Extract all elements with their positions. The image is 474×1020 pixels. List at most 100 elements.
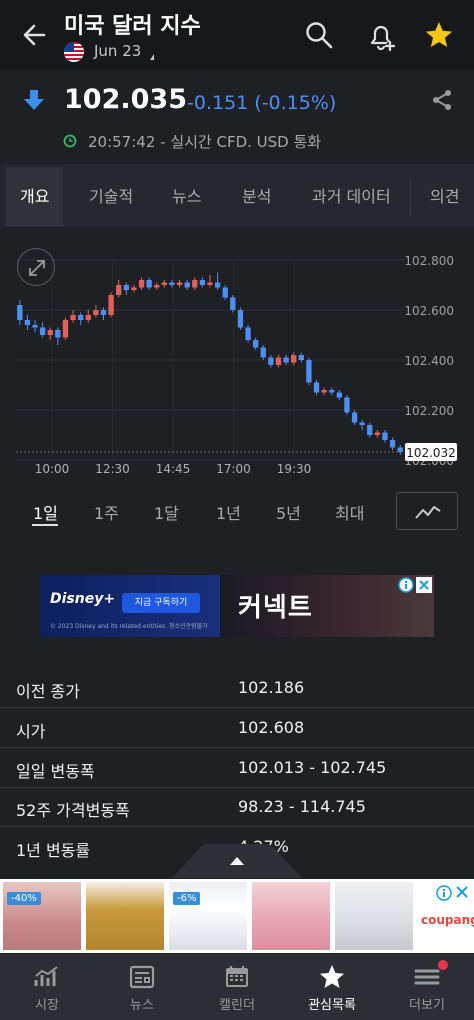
stat-label: 시가 [16,722,46,741]
tab-technical[interactable]: 기술적 [89,167,133,227]
candle-body [39,327,46,335]
product-image[interactable] [335,882,413,950]
tab-overview[interactable]: 개요 [6,167,64,227]
range-5y[interactable]: 5년 [276,500,301,524]
nav-watchlist[interactable]: 관심목록 [285,954,379,1020]
candle-body [367,425,373,435]
y-tick-label: 102.600 [404,304,454,318]
product-image[interactable] [86,882,164,950]
bottom-navigation: 시장 뉴스 캘린더 관심목록 더보기 [0,954,474,1020]
ad-banner[interactable]: Disney+ 지금 구독하기 © 2023 Disney and its re… [40,575,434,637]
coupang-logo: coupang [421,913,474,927]
stat-value: 102.608 [238,718,305,737]
tab-news[interactable]: 뉴스 [172,167,201,227]
stat-label: 이전 종가 [16,682,80,701]
nav-label: 더보기 [409,998,445,1013]
candle-body [108,295,114,315]
candle-body [55,330,61,338]
product-image[interactable]: -40% [3,882,81,950]
section-tabs: 개요 기술적 뉴스 분석 과거 데이터 의견 [0,167,474,227]
x-tick-label: 17:00 [216,462,251,476]
candle-body [230,297,236,310]
nav-news[interactable]: 뉴스 [95,954,189,1020]
candlestick-chart[interactable]: 102.800102.600102.400102.200102.00010:00… [0,228,474,488]
candle-body [275,357,282,365]
candle-body [237,310,244,328]
candle-body [123,285,129,290]
stat-value: 102.013 - 102.745 [238,758,387,777]
candle-body [62,320,69,338]
candle-body [291,355,297,363]
candle-body [313,382,320,393]
add-alert-icon[interactable] [366,20,396,52]
news-icon [129,965,155,989]
range-max[interactable]: 최대 [335,500,364,524]
tab-analysis[interactable]: 분석 [242,167,271,227]
candle-body [298,355,304,360]
tab-divider [410,179,411,215]
candle-body [169,282,175,285]
share-icon[interactable] [430,88,454,112]
stat-row: 시가 102.608 [0,708,474,748]
product-image[interactable]: -6% [169,882,247,950]
quote-summary: 102.035 -0.151 (-0.15%) 20:57:42 - 실시간 C… [0,70,474,166]
ad-close-icon[interactable] [416,577,432,593]
quote-date[interactable]: Jun 23 [94,42,141,60]
star-icon[interactable] [424,20,454,50]
sale-badge: -40% [7,892,41,905]
candle-body [222,287,228,298]
search-icon[interactable] [304,20,334,50]
nav-label: 시장 [35,998,59,1013]
candle-body [192,280,198,288]
product-ad[interactable]: -40% -6% coupang [0,879,474,953]
chart-type-button[interactable] [396,492,458,530]
line-chart-icon [415,506,441,519]
stat-label: 1년 변동률 [16,841,91,860]
candle-body [32,325,38,328]
watchlist-star-icon [320,965,344,988]
calendar-icon [226,966,248,987]
candle-body [146,280,152,288]
last-price: 102.035 [64,84,187,115]
range-1d[interactable]: 1일 [33,500,58,524]
nav-markets[interactable]: 시장 [0,954,94,1020]
disney-logo: Disney+ [50,591,116,607]
tab-historical-data[interactable]: 과거 데이터 [312,167,391,227]
ad-cta-button[interactable]: 지금 구독하기 [122,593,200,613]
candle-body [268,357,274,365]
nav-more[interactable]: 더보기 [380,954,474,1020]
expand-chart-button[interactable] [17,248,55,286]
x-tick-label: 19:30 [277,462,312,476]
ad-title: 커넥트 [238,593,313,623]
product-image[interactable] [252,882,330,950]
date-caret-icon [150,54,154,60]
ad-left-panel: Disney+ 지금 구독하기 © 2023 Disney and its re… [40,575,220,637]
range-1w[interactable]: 1주 [94,500,119,524]
ad-info-icon[interactable] [398,577,414,593]
candle-body [329,390,335,393]
nav-calendar[interactable]: 캘린더 [190,954,284,1020]
stat-value: 102.186 [238,678,305,697]
x-tick-label: 12:30 [95,462,130,476]
back-icon[interactable] [18,18,52,52]
candle-body [78,315,84,320]
candle-body [306,360,312,383]
candle-body [199,280,206,285]
ad-close-icon[interactable] [455,885,469,899]
candle-body [85,315,91,320]
candle-body [17,305,23,320]
candle-body [93,310,99,315]
candle-body [389,440,396,448]
ad-info-icon[interactable] [436,885,452,901]
candle-body [207,282,213,285]
tab-opinion[interactable]: 의견 [430,167,459,227]
stat-row: 이전 종가 102.186 [0,668,474,708]
x-tick-label: 14:45 [156,462,191,476]
range-1y[interactable]: 1년 [216,500,241,524]
chevron-up-icon [230,857,244,865]
candle-body [161,282,168,285]
collapse-ad-button[interactable] [172,844,302,878]
stat-label: 52주 가격변동폭 [16,801,130,820]
range-1m[interactable]: 1달 [154,500,179,524]
price-chart[interactable]: 102.800102.600102.400102.200102.00010:00… [0,228,474,488]
